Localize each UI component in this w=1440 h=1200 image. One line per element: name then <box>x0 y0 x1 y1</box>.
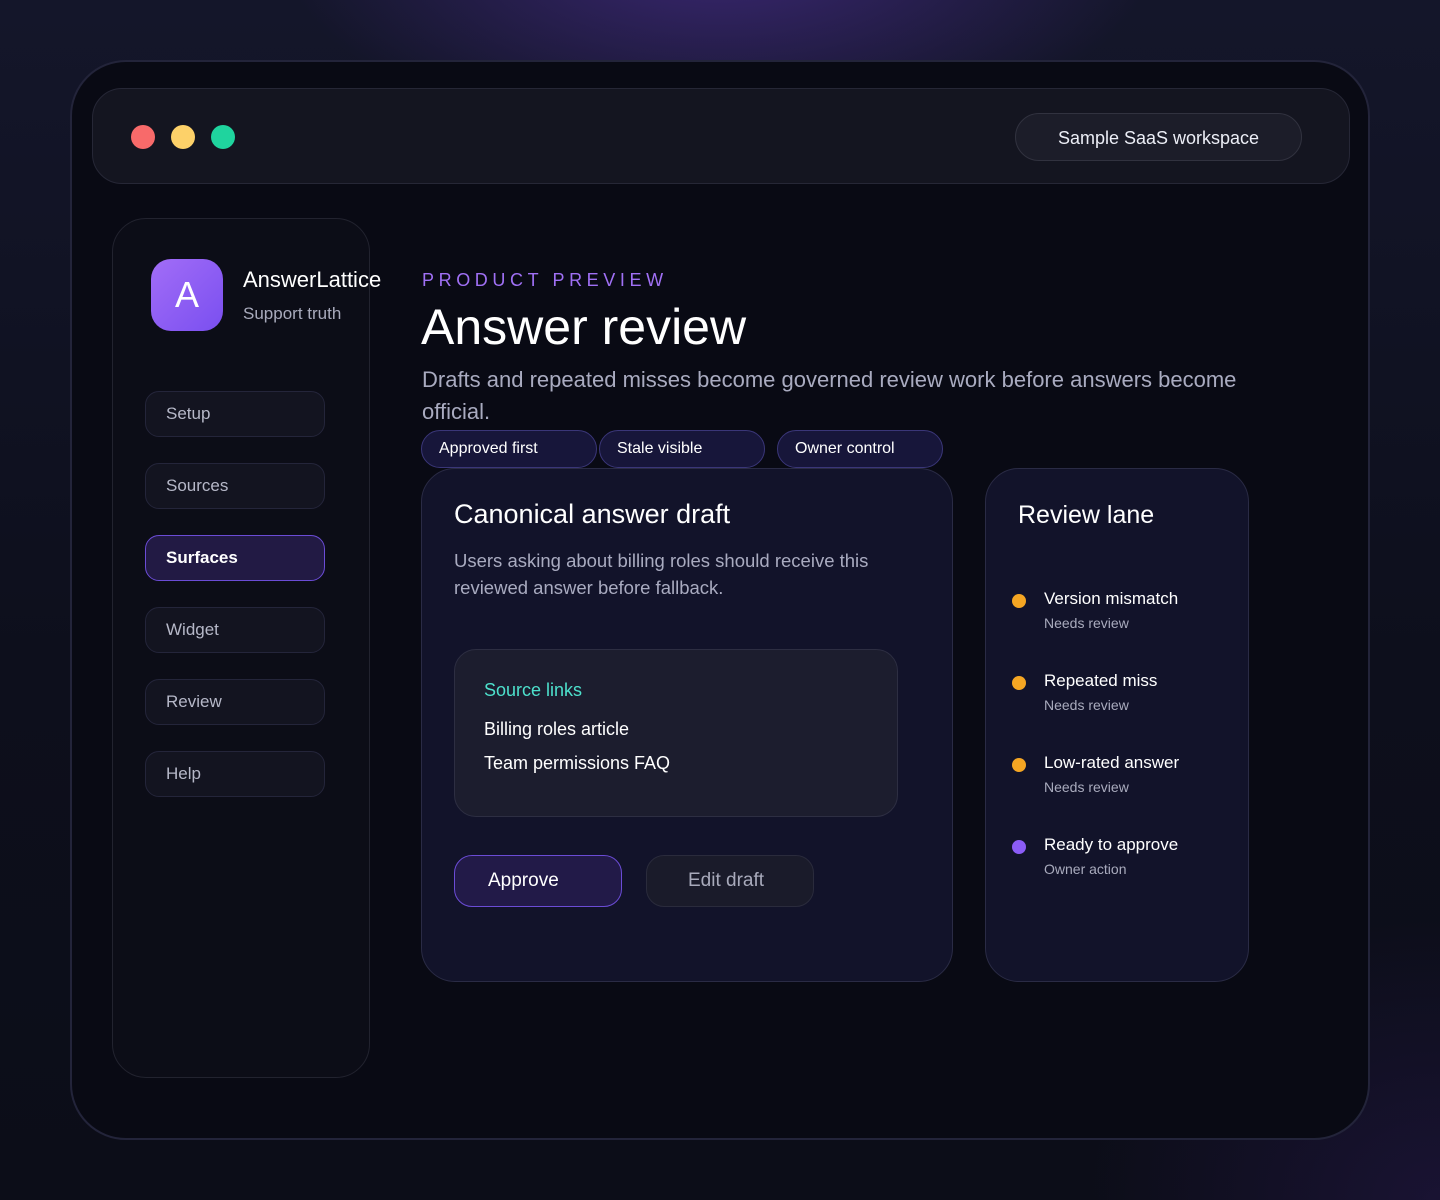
source-link-team-permissions[interactable]: Team permissions FAQ <box>484 753 670 774</box>
sidebar-item-surfaces[interactable]: Surfaces <box>145 535 325 581</box>
review-item-status: Needs review <box>1044 779 1129 795</box>
sidebar-item-review[interactable]: Review <box>145 679 325 725</box>
chip-stale-visible: Stale visible <box>599 430 765 468</box>
chip-owner-control: Owner control <box>777 430 943 468</box>
sidebar-item-setup[interactable]: Setup <box>145 391 325 437</box>
maximize-window-button[interactable] <box>211 125 235 149</box>
chip-approved-first: Approved first <box>421 430 597 468</box>
sidebar-item-help[interactable]: Help <box>145 751 325 797</box>
review-item-label: Ready to approve <box>1044 835 1179 854</box>
workspace-selector[interactable]: Sample SaaS workspace <box>1015 113 1302 161</box>
draft-body: Users asking about billing roles should … <box>454 550 869 598</box>
app-frame: Sample SaaS workspace A AnswerLattice Su… <box>70 60 1370 1140</box>
source-links-title: Source links <box>484 680 583 700</box>
review-lane-card: Review lane Version mismatch Needs revie… <box>985 468 1249 982</box>
canonical-draft-card: Canonical answer draft Users asking abou… <box>421 468 953 982</box>
review-item-label: Version mismatch <box>1044 589 1179 608</box>
review-lane-title: Review lane <box>1018 501 1155 529</box>
status-dot-icon <box>1012 758 1026 772</box>
sidebar-item-sources[interactable]: Sources <box>145 463 325 509</box>
approve-button[interactable]: Approve <box>454 855 622 907</box>
status-dot-icon <box>1012 676 1026 690</box>
minimize-window-button[interactable] <box>171 125 195 149</box>
review-item-label: Repeated miss <box>1044 671 1158 690</box>
review-item-status: Needs review <box>1044 615 1129 631</box>
edit-draft-button[interactable]: Edit draft <box>646 855 814 907</box>
brand-tagline: Support truth <box>243 304 342 323</box>
sidebar-item-widget[interactable]: Widget <box>145 607 325 653</box>
status-dot-icon <box>1012 840 1026 854</box>
sidebar: A AnswerLattice Support truth Setup Sour… <box>112 218 381 1078</box>
source-links-panel: Source links Billing roles article Team … <box>454 649 898 817</box>
close-window-button[interactable] <box>131 125 155 149</box>
review-item-status: Needs review <box>1044 697 1129 713</box>
draft-title: Canonical answer draft <box>454 499 731 529</box>
page-eyebrow: PRODUCT PREVIEW <box>422 270 668 290</box>
brand-logo: A <box>151 259 223 331</box>
brand-name: AnswerLattice <box>243 267 382 292</box>
review-item-status: Owner action <box>1044 861 1127 877</box>
review-item-label: Low-rated answer <box>1044 753 1180 772</box>
window-titlebar: Sample SaaS workspace <box>92 88 1350 184</box>
source-link-billing-roles[interactable]: Billing roles article <box>484 719 629 740</box>
sidebar-nav: Setup Sources Surfaces Widget Review Hel… <box>145 391 325 823</box>
page-description: Drafts and repeated misses become govern… <box>422 367 1237 424</box>
status-dot-icon <box>1012 594 1026 608</box>
page-title: Answer review <box>421 299 747 355</box>
